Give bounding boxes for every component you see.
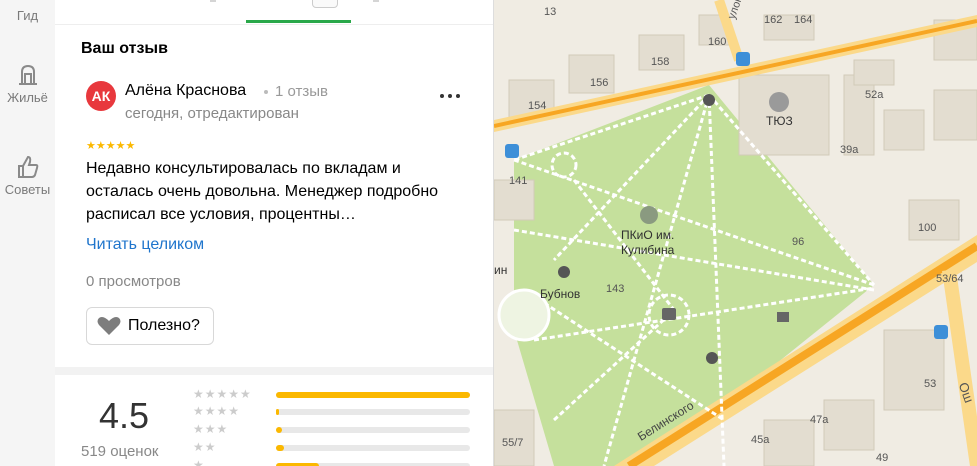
sidebar-item-label: Жильё [7, 90, 48, 105]
bus-stop-icon[interactable] [736, 52, 750, 66]
theater-icon[interactable] [769, 92, 789, 112]
house-number: 53/64 [936, 273, 964, 285]
distribution-bar-3 [276, 427, 470, 433]
house-number: 164 [794, 14, 813, 26]
tab-bar [55, 0, 493, 25]
section-title: Ваш отзыв [81, 40, 168, 57]
bus-stop-icon[interactable] [934, 325, 948, 339]
distribution-row-1: ★ [193, 458, 205, 466]
tab-badge [312, 0, 338, 8]
sidebar-item-guide[interactable]: Гид [0, 8, 55, 23]
monument-icon[interactable] [706, 352, 718, 364]
more-dot-icon [448, 94, 452, 98]
tab-fragment[interactable] [373, 0, 379, 2]
useful-label: Полезно? [128, 317, 200, 334]
house-number: 13 [544, 6, 557, 18]
row-stars: ★★ [193, 440, 217, 454]
distribution-bar-5 [276, 392, 470, 398]
useful-button[interactable]: Полезно? [86, 307, 214, 345]
separator-dot [264, 90, 268, 94]
monument-icon[interactable] [703, 94, 715, 106]
park-icon[interactable] [640, 206, 658, 224]
house-number: 49 [876, 452, 889, 464]
more-dot-icon [456, 94, 460, 98]
pavilion-icon[interactable] [777, 312, 789, 322]
house-number: 45а [751, 434, 770, 446]
bar-fill [276, 427, 282, 433]
read-more-link[interactable]: Читать целиком [86, 236, 204, 254]
sidebar-item-housing[interactable]: Жильё [0, 62, 55, 105]
review-panel: Ваш отзыв АК Алёна Краснова 1 отзыв сего… [55, 0, 494, 466]
section-divider [55, 367, 493, 375]
review-author[interactable]: Алёна Краснова [125, 82, 246, 100]
cafe-icon[interactable] [662, 308, 676, 320]
bar-fill [276, 409, 279, 415]
house-number: 141 [509, 175, 528, 187]
row-stars: ★ [193, 458, 205, 466]
sidebar-item-label: Советы [4, 182, 51, 197]
place-label: ин [494, 263, 508, 277]
heart-icon [97, 317, 121, 335]
house-number: 96 [792, 236, 805, 248]
side-road [942, 269, 977, 466]
author-review-count[interactable]: 1 отзыв [275, 83, 328, 100]
house-number: 39а [840, 144, 859, 156]
review-date: сегодня, отредактирован [125, 105, 299, 122]
tab-fragment[interactable] [210, 0, 216, 2]
tab-active-indicator [246, 20, 351, 23]
rating-count: 519 оценок [81, 443, 159, 460]
bar-fill [276, 392, 470, 398]
monument-icon[interactable] [558, 266, 570, 278]
review-text: Недавно консультировалась по вкладам и о… [86, 160, 439, 223]
house-number: 156 [590, 77, 609, 89]
house-number: 55/7 [502, 437, 524, 449]
average-rating: 4.5 [99, 395, 150, 436]
house-number: 158 [651, 56, 670, 68]
distribution-row-2: ★★ [193, 440, 217, 456]
views-count: 0 просмотров [86, 273, 181, 290]
housing-icon [18, 64, 37, 85]
theater-label[interactable]: ТЮЗ [766, 114, 793, 128]
house-number: 160 [708, 36, 727, 48]
thumbs-up-icon [17, 155, 38, 178]
house-number: 100 [918, 222, 937, 234]
house-number: 162 [764, 14, 783, 26]
sidebar-item-label: Гид [16, 8, 39, 23]
house-number: 53 [924, 378, 937, 390]
bus-stop-icon[interactable] [505, 144, 519, 158]
left-sidebar: Гид Жильё Советы [0, 0, 56, 466]
house-number: 52а [865, 89, 884, 101]
distribution-bar-2 [276, 445, 470, 451]
monument-label[interactable]: Бубнов [540, 287, 580, 301]
distribution-bar-4 [276, 409, 470, 415]
more-dot-icon [440, 94, 444, 98]
distribution-row-5: ★★★★★ [193, 387, 252, 403]
distribution-row-3: ★★★ [193, 422, 228, 438]
park-label[interactable]: ПКиО им. Кулибина [621, 228, 674, 258]
more-options-button[interactable] [438, 86, 462, 106]
row-stars: ★★★ [193, 422, 229, 436]
avatar[interactable]: АК [86, 81, 116, 111]
house-number: 154 [528, 100, 547, 112]
map-view[interactable]: ПКиО им. Кулибина ТЮЗ Бубнов Белинского … [494, 0, 977, 466]
distribution-row-4: ★★★★ [193, 404, 240, 420]
row-stars: ★★★★ [193, 404, 241, 418]
bar-fill [276, 445, 284, 451]
row-stars: ★★★★★ [193, 387, 252, 401]
house-number: 47а [810, 414, 829, 426]
house-number: 143 [606, 283, 625, 295]
map-canvas[interactable] [494, 0, 977, 466]
review-stars: ★★★★★ [86, 140, 136, 152]
sidebar-item-tips[interactable]: Советы [0, 154, 55, 197]
